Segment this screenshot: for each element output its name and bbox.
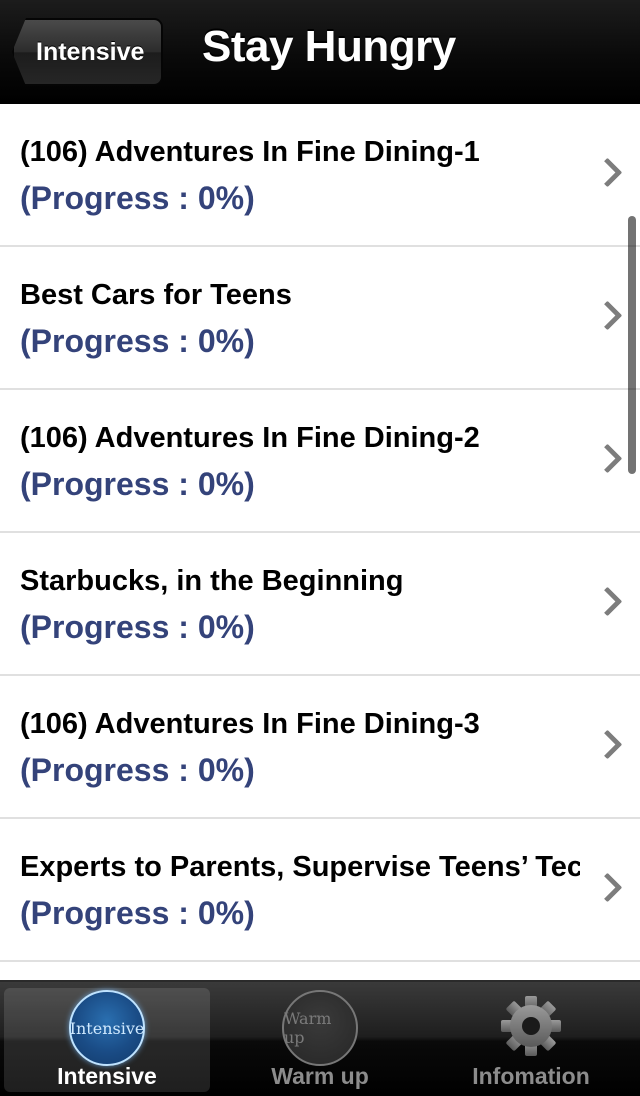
tab-label: Infomation bbox=[472, 1063, 590, 1089]
tab-warm-up[interactable]: Warm up Warm up bbox=[217, 988, 423, 1092]
list-item-progress: (Progress : 0%) bbox=[20, 180, 255, 216]
list-item[interactable] bbox=[0, 962, 640, 980]
list-item[interactable]: (106) Adventures In Fine Dining-3 (Progr… bbox=[0, 676, 640, 819]
chevron-right-icon bbox=[592, 157, 623, 188]
warmup-circle-icon: Warm up bbox=[282, 990, 358, 1066]
tab-infomation[interactable]: Infomation bbox=[428, 988, 634, 1092]
list-item-progress: (Progress : 0%) bbox=[20, 323, 255, 359]
list-item-title: (106) Adventures In Fine Dining-1 bbox=[20, 136, 480, 168]
list-item[interactable]: Starbucks, in the Beginning (Progress : … bbox=[0, 533, 640, 676]
chevron-right-icon bbox=[592, 443, 623, 474]
page-title: Stay Hungry bbox=[202, 22, 456, 71]
warmup-icon-text: Warm up bbox=[284, 1009, 332, 1047]
chevron-right-icon bbox=[592, 300, 623, 331]
list-item-progress: (Progress : 0%) bbox=[20, 895, 255, 931]
tab-label: Intensive bbox=[57, 1063, 157, 1089]
tab-label: Warm up bbox=[271, 1063, 369, 1089]
list-item-progress: (Progress : 0%) bbox=[20, 752, 255, 788]
list-item[interactable]: (106) Adventures In Fine Dining-2 (Progr… bbox=[0, 390, 640, 533]
list-item-progress: (Progress : 0%) bbox=[20, 466, 255, 502]
chevron-right-icon bbox=[592, 729, 623, 760]
list-item-title: Experts to Parents, Supervise Teens’ Tec bbox=[20, 851, 580, 883]
lesson-list[interactable]: (106) Adventures In Fine Dining-1 (Progr… bbox=[0, 104, 640, 980]
chevron-right-icon bbox=[592, 586, 623, 617]
list-item[interactable]: Experts to Parents, Supervise Teens’ Tec… bbox=[0, 819, 640, 962]
intensive-circle-icon: Intensive bbox=[69, 990, 145, 1066]
navigation-bar: Intensive Stay Hungry bbox=[0, 0, 640, 104]
list-item-title: Starbucks, in the Beginning bbox=[20, 565, 404, 597]
back-button[interactable]: Intensive bbox=[12, 18, 164, 86]
list-item[interactable]: Best Cars for Teens (Progress : 0%) bbox=[0, 247, 640, 390]
list-item-title: (106) Adventures In Fine Dining-2 bbox=[20, 422, 480, 454]
list-item-title: (106) Adventures In Fine Dining-3 bbox=[20, 708, 480, 740]
tab-bar: Intensive Intensive Warm up Warm up Info… bbox=[0, 980, 640, 1096]
intensive-icon-text: Intensive bbox=[69, 1018, 145, 1038]
back-button-label: Intensive bbox=[36, 37, 145, 66]
list-item-progress: (Progress : 0%) bbox=[20, 609, 255, 645]
list-item[interactable]: (106) Adventures In Fine Dining-1 (Progr… bbox=[0, 104, 640, 247]
gear-icon bbox=[501, 996, 561, 1056]
list-item-title: Best Cars for Teens bbox=[20, 279, 292, 311]
tab-intensive[interactable]: Intensive Intensive bbox=[4, 988, 210, 1092]
chevron-right-icon bbox=[592, 872, 623, 903]
scrollbar[interactable] bbox=[628, 216, 636, 474]
